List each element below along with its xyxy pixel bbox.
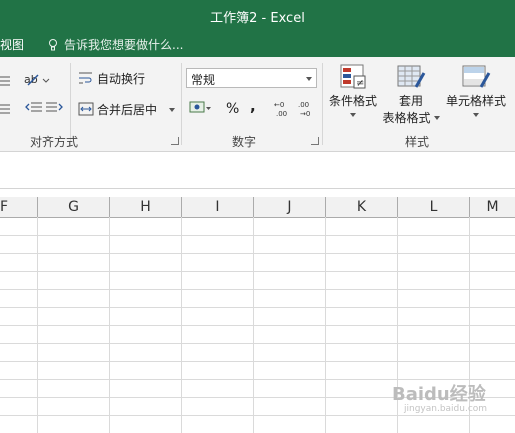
increase-indent-icon[interactable] xyxy=(46,101,64,115)
number-format-select[interactable]: 常规 xyxy=(186,68,317,88)
ribbon-home: ab 自动换行 合并后居中 对齐方式 常规 % , ←0 .00 .00 →0 … xyxy=(0,57,515,152)
tell-me-placeholder: 告诉我您想要做什么... xyxy=(64,38,184,52)
chevron-down-icon xyxy=(350,113,356,117)
number-launcher-icon[interactable] xyxy=(311,137,319,145)
wrap-text-label: 自动换行 xyxy=(97,72,146,86)
column-header-i[interactable]: I xyxy=(182,197,254,217)
column-header-g[interactable]: G xyxy=(38,197,110,217)
styles-group-label: 样式 xyxy=(405,135,430,149)
chevron-down-icon xyxy=(473,113,479,117)
watermark-logo: Baidu经验 xyxy=(392,384,486,405)
tab-view[interactable]: 视图 xyxy=(0,36,24,53)
title-bar: 工作簿2 - Excel xyxy=(0,0,515,30)
format-as-table-label-2: 表格格式 xyxy=(382,109,440,126)
merge-center-button[interactable]: 合并后居中 xyxy=(78,101,175,118)
decrease-decimal-icon[interactable]: .00 →0 xyxy=(298,100,320,118)
format-as-table-icon xyxy=(397,65,426,88)
column-header-k[interactable]: K xyxy=(326,197,398,217)
comma-button[interactable]: , xyxy=(250,97,256,115)
window-title: 工作簿2 - Excel xyxy=(210,11,305,26)
alignment-launcher-icon[interactable] xyxy=(171,137,179,145)
svg-text:.00: .00 xyxy=(298,101,309,109)
column-header-row: F G H I J K L M xyxy=(0,197,515,218)
number-group-label: 数字 xyxy=(232,135,257,149)
lightbulb-icon xyxy=(49,39,57,51)
accounting-format-icon[interactable] xyxy=(189,100,211,116)
chevron-down-icon xyxy=(433,116,440,120)
format-as-table-label-1: 套用 xyxy=(398,94,423,108)
cell-styles-label: 单元格样式 xyxy=(445,94,506,108)
tell-me-box[interactable]: 告诉我您想要做什么... xyxy=(48,36,183,53)
svg-text:≠: ≠ xyxy=(356,78,364,89)
conditional-format-icon: ≠ xyxy=(340,64,366,89)
conditional-format-label: 条件格式 xyxy=(328,94,377,108)
format-as-table-button[interactable]: 套用 表格格式 xyxy=(382,63,440,126)
watermark-url: jingyan.baidu.com xyxy=(404,404,488,414)
wrap-text-button[interactable]: 自动换行 xyxy=(78,70,145,87)
ribbon-tab-bar: 视图 告诉我您想要做什么... xyxy=(0,30,515,57)
increase-decimal-icon[interactable]: ←0 .00 xyxy=(274,100,296,118)
cell-styles-icon xyxy=(462,65,491,88)
chevron-down-icon[interactable] xyxy=(168,108,175,112)
svg-text:→0: →0 xyxy=(300,110,310,118)
conditional-format-button[interactable]: ≠ 条件格式 xyxy=(326,63,380,117)
align-right-icon[interactable] xyxy=(0,103,12,117)
orientation-icon[interactable]: ab xyxy=(24,71,50,87)
cell-styles-button[interactable]: 单元格样式 xyxy=(443,63,509,117)
align-lines-icon[interactable] xyxy=(0,75,12,89)
column-header-m[interactable]: M xyxy=(470,197,515,217)
formula-bar[interactable] xyxy=(0,152,515,189)
svg-text:←0: ←0 xyxy=(274,101,284,109)
percent-button[interactable]: % xyxy=(226,101,239,117)
decrease-indent-icon[interactable] xyxy=(25,101,43,115)
alignment-group-label: 对齐方式 xyxy=(30,135,79,149)
column-header-h[interactable]: H xyxy=(110,197,182,217)
number-format-value: 常规 xyxy=(191,73,216,87)
column-header-f[interactable]: F xyxy=(0,197,38,217)
svg-text:ab: ab xyxy=(24,73,38,86)
column-header-j[interactable]: J xyxy=(254,197,326,217)
merge-center-icon xyxy=(78,102,94,116)
chevron-down-icon xyxy=(306,77,312,81)
svg-text:.00: .00 xyxy=(276,110,287,118)
wrap-text-icon xyxy=(79,72,92,84)
merge-center-label: 合并后居中 xyxy=(97,103,158,117)
column-header-l[interactable]: L xyxy=(398,197,470,217)
